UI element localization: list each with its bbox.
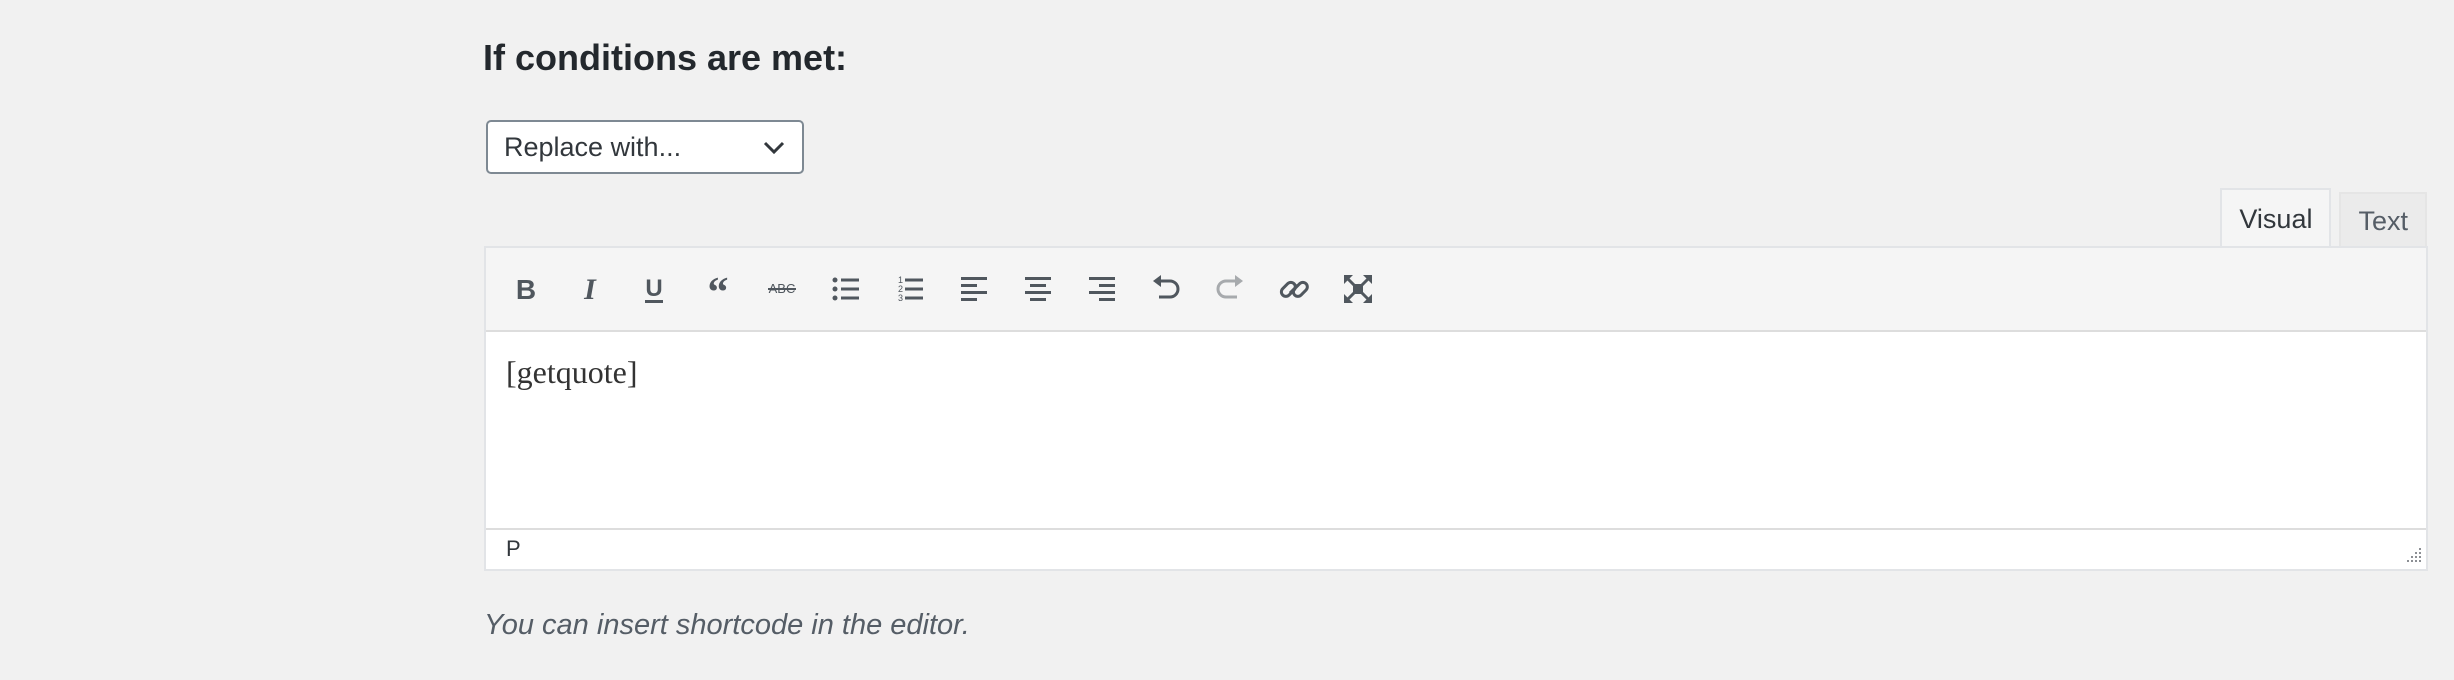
underline-icon: U [645, 275, 663, 303]
svg-text:U: U [645, 275, 662, 302]
align-center-icon [1025, 277, 1051, 301]
align-center-button[interactable] [1014, 265, 1062, 313]
align-right-icon [1089, 277, 1115, 301]
italic-icon: I [583, 273, 597, 306]
editor-content[interactable]: [getquote] [486, 332, 2426, 530]
editor-tabs: Visual Text [2212, 188, 2427, 248]
align-left-button[interactable] [950, 265, 998, 313]
redo-icon [1216, 275, 1243, 299]
undo-button[interactable] [1142, 265, 1190, 313]
strikethrough-button[interactable]: ABC [758, 265, 806, 313]
blockquote-icon: “ [708, 272, 729, 306]
editor-statusbar: P [486, 530, 2426, 567]
undo-icon [1153, 275, 1180, 299]
redo-button[interactable] [1206, 265, 1254, 313]
help-text: You can insert shortcode in the editor. [484, 609, 970, 641]
underline-button[interactable]: U [630, 265, 678, 313]
editor-toolbar: B I U “ ABC 1 2 3 [486, 248, 2426, 332]
bulleted-list-button[interactable] [822, 265, 870, 313]
numbered-list-button[interactable]: 1 2 3 [886, 265, 934, 313]
chevron-down-icon [763, 141, 785, 155]
action-select[interactable]: Replace with... [486, 120, 804, 174]
strikethrough-icon: ABC [768, 281, 796, 296]
svg-text:B: B [516, 274, 536, 305]
fullscreen-icon [1344, 275, 1372, 303]
fullscreen-button[interactable] [1334, 265, 1382, 313]
svg-text:“: “ [708, 272, 729, 306]
tab-visual[interactable]: Visual [2220, 188, 2332, 248]
bold-button[interactable]: B [502, 265, 550, 313]
svg-text:3: 3 [898, 293, 903, 303]
rich-text-editor: B I U “ ABC 1 2 3 [getquote] P [484, 246, 2428, 571]
link-icon [1279, 280, 1309, 298]
action-select-value: Replace with... [504, 131, 682, 162]
link-button[interactable] [1270, 265, 1318, 313]
align-right-button[interactable] [1078, 265, 1126, 313]
blockquote-button[interactable]: “ [694, 265, 742, 313]
bold-icon: B [516, 274, 536, 305]
bulleted-list-icon [832, 277, 859, 301]
align-left-icon [961, 277, 987, 301]
svg-text:I: I [583, 273, 597, 306]
italic-button[interactable]: I [566, 265, 614, 313]
resize-handle-icon[interactable] [2404, 545, 2422, 563]
tab-text[interactable]: Text [2339, 192, 2427, 248]
numbered-list-icon: 1 2 3 [898, 275, 923, 303]
section-heading: If conditions are met: [483, 37, 848, 78]
element-path[interactable]: P [506, 536, 521, 562]
